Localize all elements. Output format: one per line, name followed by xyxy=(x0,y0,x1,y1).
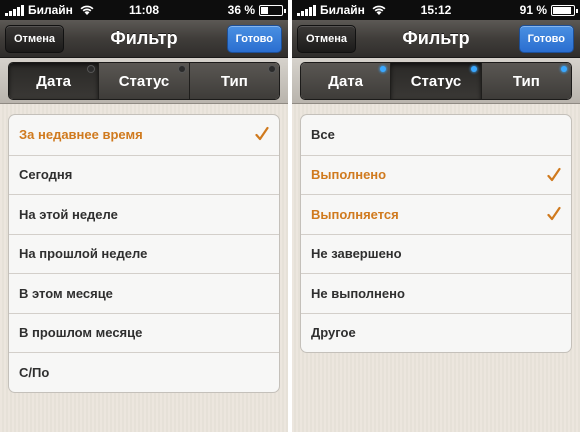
tab-status-label: Статус xyxy=(118,72,170,90)
list-item[interactable]: В прошлом месяце xyxy=(9,312,279,353)
filter-tabs-bar: Дата Статус Тип xyxy=(292,58,580,104)
tab-date[interactable]: Дата xyxy=(9,63,99,99)
battery-icon xyxy=(259,4,286,16)
tab-date-label: Дата xyxy=(36,72,72,90)
list-item[interactable]: Не завершено xyxy=(301,233,571,274)
filter-indicator-icon xyxy=(380,66,387,72)
tab-date[interactable]: Дата xyxy=(301,63,391,99)
list-item-label: На прошлой неделе xyxy=(19,246,148,262)
list-item[interactable]: Выполнено xyxy=(301,154,571,195)
list-item-label: Сегодня xyxy=(19,167,73,183)
tab-date-label: Дата xyxy=(328,72,364,90)
list-item-label: За недавнее время xyxy=(19,127,143,143)
status-bar: Билайн 11:08 36 % xyxy=(0,0,288,20)
list-item[interactable]: На прошлой неделе xyxy=(9,233,279,274)
phone-screen-status-filter: Билайн 15:12 91 % Отмена Фильтр Готово Д… xyxy=(292,0,580,432)
list-item-label: Не выполнено xyxy=(311,285,405,301)
done-button[interactable]: Готово xyxy=(226,25,282,53)
list-item[interactable]: На этой неделе xyxy=(9,194,279,234)
tab-type-label: Тип xyxy=(512,72,540,90)
list-item-label: Все xyxy=(311,127,335,143)
list-item-label: Не завершено xyxy=(311,246,402,262)
list-item[interactable]: Выполняется xyxy=(301,194,571,234)
segmented-control: Дата Статус Тип xyxy=(300,62,572,100)
date-options-list: За недавнее время Сегодня На этой неделе… xyxy=(8,114,280,393)
checkmark-icon xyxy=(547,206,561,221)
list-item-label: В прошлом месяце xyxy=(19,325,143,341)
filter-indicator-icon xyxy=(470,66,477,72)
navigation-bar: Отмена Фильтр Готово xyxy=(0,20,288,58)
list-item[interactable]: С/По xyxy=(9,352,279,392)
list-item-label: На этой неделе xyxy=(19,206,118,222)
tab-type[interactable]: Тип xyxy=(480,63,571,99)
status-bar: Билайн 15:12 91 % xyxy=(292,0,580,20)
filter-indicator-icon xyxy=(268,66,275,72)
list-item[interactable]: В этом месяце xyxy=(9,273,279,313)
navigation-bar: Отмена Фильтр Готово xyxy=(292,20,580,58)
list-item-label: В этом месяце xyxy=(19,285,113,301)
checkmark-icon xyxy=(255,126,269,141)
list-item-label: Выполняется xyxy=(311,206,399,222)
battery-percent: 36 % xyxy=(227,3,255,17)
filter-indicator-icon xyxy=(178,66,185,72)
checkmark-icon xyxy=(547,167,561,181)
list-item[interactable]: Не выполнено xyxy=(301,273,571,313)
tab-status[interactable]: Статус xyxy=(390,63,481,99)
tab-status[interactable]: Статус xyxy=(98,63,189,99)
tab-type[interactable]: Тип xyxy=(188,63,279,99)
list-item[interactable]: За недавнее время xyxy=(9,115,279,155)
list-item[interactable]: Сегодня xyxy=(9,154,279,195)
list-item[interactable]: Все xyxy=(301,115,571,155)
filter-indicator-icon xyxy=(560,66,567,72)
tab-type-label: Тип xyxy=(220,72,248,90)
list-item-label: Другое xyxy=(311,325,356,341)
battery-percent: 91 % xyxy=(519,3,547,17)
list-item-label: Выполнено xyxy=(311,167,387,183)
status-options-list: Все Выполнено Выполняется Не завершено Н… xyxy=(300,114,572,353)
done-button[interactable]: Готово xyxy=(518,25,574,53)
list-item[interactable]: Другое xyxy=(301,312,571,353)
battery-icon xyxy=(551,4,578,16)
phone-screen-date-filter: Билайн 11:08 36 % Отмена Фильтр Готово Д… xyxy=(0,0,288,432)
segmented-control: Дата Статус Тип xyxy=(8,62,280,100)
list-item-label: С/По xyxy=(19,364,50,380)
filter-indicator-icon xyxy=(88,66,95,72)
tab-status-label: Статус xyxy=(410,72,462,90)
filter-tabs-bar: Дата Статус Тип xyxy=(0,58,288,104)
